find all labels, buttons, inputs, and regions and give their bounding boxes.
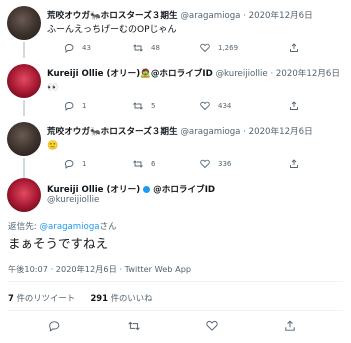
- like-stat-count: 291: [90, 293, 108, 303]
- tweet-text: 👀: [47, 83, 59, 93]
- share-icon: [290, 43, 298, 52]
- heart-icon: [200, 43, 210, 53]
- main-handle[interactable]: @kureijiollie: [47, 195, 99, 205]
- divider: [8, 310, 343, 311]
- thread-line: [23, 42, 25, 58]
- divider: [8, 281, 343, 282]
- display-name-suffix: @ホロライブID: [153, 185, 216, 195]
- retweet-count: 48: [151, 44, 160, 52]
- thread-line: [23, 100, 25, 116]
- tweet-actions: 1 5 434: [47, 101, 322, 113]
- share-icon: [290, 101, 298, 110]
- main-display-name[interactable]: Kureiji Ollie (オリー) @ホロライブID: [47, 183, 215, 195]
- reply-button[interactable]: 1: [64, 159, 86, 169]
- tweet-date[interactable]: 2020年12月6日: [249, 11, 313, 21]
- reply-button[interactable]: 43: [64, 43, 91, 53]
- separator-dot: ·: [243, 127, 246, 137]
- tweet-header: Kureiji Ollie (オリー)🧟@ホロライブID @kureijioll…: [47, 69, 347, 80]
- display-name[interactable]: Kureiji Ollie (オリー)🧟@ホロライブID: [47, 69, 213, 79]
- reply-prefix: 返信先:: [8, 222, 40, 232]
- tweet-header: 荒咬オウガ🐜ホロスターズ３期生 @aragamioga · 2020年12月6日: [47, 127, 347, 138]
- tweet-text: ふーんえっちげーむのOPじゃん: [47, 25, 177, 35]
- retweet-count: 5: [151, 102, 156, 110]
- reply-count: 1: [82, 160, 87, 168]
- tweet-item[interactable]: Kureiji Ollie (オリー)🧟@ホロライブID @kureijioll…: [0, 58, 351, 116]
- retweet-icon: [133, 160, 143, 168]
- reply-count: 43: [82, 44, 91, 52]
- tweet-item[interactable]: 荒咬オウガ🐜ホロスターズ３期生 @aragamioga · 2020年12月6日…: [0, 0, 351, 58]
- like-count: 336: [218, 160, 232, 168]
- main-tweet-text: まぁそうですねえ: [8, 236, 109, 251]
- main-tweet-actions: [0, 320, 351, 336]
- reply-button[interactable]: 1: [64, 101, 86, 111]
- avatar[interactable]: [7, 122, 41, 156]
- like-count: 434: [218, 102, 232, 110]
- share-icon: [290, 159, 298, 168]
- retweet-icon: [133, 102, 143, 110]
- thread-line: [23, 158, 25, 178]
- tweet-date[interactable]: 2020年12月6日: [249, 127, 313, 137]
- like-stat-label: 件のいいね: [107, 293, 153, 303]
- zombie-badge-icon: [143, 186, 151, 193]
- retweet-icon[interactable]: [128, 320, 140, 332]
- share-icon[interactable]: [284, 320, 296, 332]
- tweet-header: 荒咬オウガ🐜ホロスターズ３期生 @aragamioga · 2020年12月6日: [47, 11, 347, 22]
- share-button[interactable]: [289, 159, 299, 169]
- handle[interactable]: @kureijiollie: [215, 69, 267, 79]
- retweet-button[interactable]: 48: [133, 43, 160, 53]
- display-name[interactable]: 荒咬オウガ🐜ホロスターズ３期生: [47, 11, 178, 21]
- reply-icon: [64, 102, 74, 111]
- tweet-date[interactable]: 2020年12月6日: [276, 69, 340, 79]
- like-button[interactable]: 434: [200, 101, 231, 111]
- heart-icon: [200, 159, 210, 169]
- reply-suffix: さん: [99, 222, 117, 232]
- reply-icon: [64, 160, 74, 169]
- retweet-button[interactable]: 6: [133, 159, 155, 169]
- retweet-icon: [133, 44, 143, 52]
- retweet-stat[interactable]: 7 件のリツイート: [8, 293, 75, 303]
- reply-icon[interactable]: [48, 320, 60, 332]
- avatar[interactable]: [7, 6, 41, 40]
- tweet-item[interactable]: 荒咬オウガ🐜ホロスターズ３期生 @aragamioga · 2020年12月6日…: [0, 116, 351, 178]
- like-count: 1,269: [218, 44, 239, 52]
- engagement-stats: 7 件のリツイート 291 件のいいね: [8, 292, 153, 304]
- reply-mention-link[interactable]: @aragamioga: [39, 222, 99, 232]
- reply-count: 1: [82, 102, 87, 110]
- display-name[interactable]: 荒咬オウガ🐜ホロスターズ３期生: [47, 127, 178, 137]
- display-name: Kureiji Ollie (オリー): [47, 185, 141, 195]
- tweet-text: 🙂: [47, 141, 59, 151]
- tweet-actions: 1 6 336: [47, 159, 322, 171]
- avatar[interactable]: [7, 178, 41, 212]
- like-stat[interactable]: 291 件のいいね: [90, 293, 152, 303]
- retweet-count: 6: [151, 160, 156, 168]
- retweet-button[interactable]: 5: [133, 101, 155, 111]
- like-button[interactable]: 1,269: [200, 43, 238, 53]
- heart-icon: [200, 101, 210, 111]
- like-button[interactable]: 336: [200, 159, 231, 169]
- share-button[interactable]: [289, 43, 299, 53]
- reply-icon: [64, 44, 74, 53]
- share-button[interactable]: [289, 101, 299, 111]
- handle[interactable]: @aragamioga: [180, 127, 240, 137]
- separator-dot: ·: [243, 11, 246, 21]
- reply-to-line: 返信先: @aragamiogaさん: [8, 220, 117, 232]
- main-timestamp[interactable]: 午後10:07 · 2020年12月6日 · Twitter Web App: [8, 263, 191, 275]
- heart-icon[interactable]: [206, 320, 218, 332]
- separator-dot: ·: [270, 69, 274, 79]
- tweet-actions: 43 48 1,269: [47, 43, 322, 55]
- handle[interactable]: @aragamioga: [180, 11, 240, 21]
- retweet-stat-label: 件のリツイート: [13, 293, 76, 303]
- avatar[interactable]: [7, 64, 41, 98]
